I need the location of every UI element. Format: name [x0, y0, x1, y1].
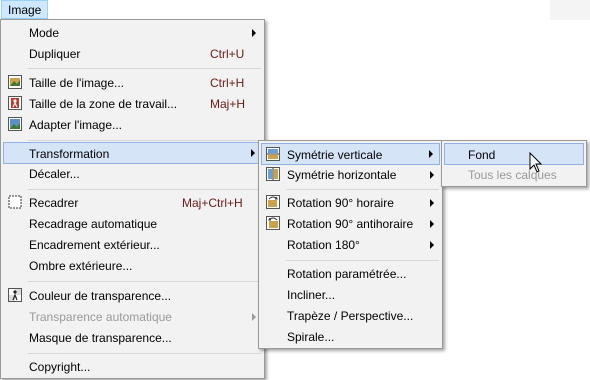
menu-item-label: Taille de la zone de travail... — [29, 97, 178, 111]
menu-separator — [286, 260, 439, 261]
menu-item-label: Recadrage automatique — [29, 217, 158, 231]
menu-item-label: Rotation 180° — [287, 238, 360, 252]
transformation-submenu: Symétrie verticale Symétrie horizontale … — [258, 140, 443, 349]
menu-item-rotation-parametree[interactable]: Rotation paramétrée... — [261, 263, 440, 285]
menu-item-incliner[interactable]: Incliner... — [261, 284, 440, 306]
menu-item-label: Recadrer — [29, 196, 79, 210]
menu-item-encadrement-exterieur[interactable]: Encadrement extérieur... — [3, 234, 262, 256]
menu-item-shortcut: Maj+Ctrl+H — [182, 196, 243, 210]
menu-item-label: Encadrement extérieur... — [29, 238, 160, 252]
submenu-arrow-icon — [430, 241, 434, 249]
menu-separator — [28, 281, 261, 282]
menu-item-spirale[interactable]: Spirale... — [261, 326, 440, 348]
menu-item-label: Couleur de transparence... — [29, 289, 172, 303]
submenu-arrow-icon — [430, 199, 434, 207]
menu-item-symetrie-verticale[interactable]: Symétrie verticale — [261, 143, 440, 165]
submenu-arrow-icon — [430, 171, 434, 179]
menu-item-label: Rotation 90° antihoraire — [287, 217, 414, 231]
menu-item-label: Symétrie verticale — [287, 148, 383, 162]
menu-separator — [28, 68, 261, 69]
menu-item-label: Copyright... — [29, 360, 91, 374]
menu-item-label: Symétrie horizontale — [287, 168, 397, 182]
crop-icon — [8, 195, 22, 209]
menu-item-transformation[interactable]: Transformation — [3, 142, 262, 164]
menu-item-recadrage-auto[interactable]: Recadrage automatique — [3, 213, 262, 235]
menu-item-shortcut: Ctrl+H — [210, 76, 245, 90]
menu-item-label: Fond — [468, 148, 496, 162]
menu-item-rotation-180[interactable]: Rotation 180° — [261, 234, 440, 256]
menu-item-label: Rotation 90° horaire — [287, 196, 394, 210]
menu-item-label: Spirale... — [287, 330, 335, 344]
menu-item-tous-les-calques[interactable]: Tous les calques — [444, 164, 584, 186]
menu-item-label: Mode — [29, 26, 60, 40]
menu-item-label: Ombre extérieure... — [29, 259, 133, 273]
menu-item-label: Taille de l'image... — [29, 76, 125, 90]
menu-item-decaler[interactable]: Décaler... — [3, 163, 262, 185]
rotate-counterclockwise-icon — [266, 216, 280, 230]
menu-item-copyright[interactable]: Copyright... — [3, 356, 262, 378]
menu-item-masque-transparence[interactable]: Masque de transparence... — [3, 327, 262, 349]
menu-item-couleur-transparence[interactable]: Couleur de transparence... — [3, 285, 262, 307]
menu-item-rotation-90-antihoraire[interactable]: Rotation 90° antihoraire — [261, 213, 440, 235]
fit-image-icon — [8, 117, 22, 131]
menu-item-rotation-90-horaire[interactable]: Rotation 90° horaire — [261, 192, 440, 214]
rotate-clockwise-icon — [266, 195, 280, 209]
menu-item-adapter-image[interactable]: Adapter l'image... — [3, 114, 262, 136]
menu-item-label: Décaler... — [29, 167, 80, 181]
menu-item-label: Adapter l'image... — [29, 118, 123, 132]
submenu-arrow-icon — [252, 313, 256, 321]
menu-item-label: Dupliquer — [29, 47, 81, 61]
menu-separator — [286, 189, 439, 190]
flip-horizontal-icon — [266, 167, 280, 181]
menu-separator — [28, 140, 261, 141]
transparency-color-icon — [8, 288, 22, 302]
menu-item-mode[interactable]: Mode — [3, 22, 262, 44]
menu-item-fond[interactable]: Fond — [444, 143, 584, 165]
menu-separator — [28, 189, 261, 190]
menu-item-label: Transparence automatique — [29, 310, 172, 324]
flip-vertical-icon — [266, 147, 280, 161]
menu-item-transparence-auto[interactable]: Transparence automatique — [3, 306, 262, 328]
flip-target-submenu: Fond Tous les calques — [441, 140, 587, 187]
menu-item-label: Masque de transparence... — [29, 331, 172, 345]
menu-item-shortcut: Maj+H — [210, 97, 246, 111]
menu-item-dupliquer[interactable]: Dupliquer Ctrl+U — [3, 43, 262, 65]
submenu-arrow-icon — [429, 150, 433, 158]
menu-item-label: Trapèze / Perspective... — [287, 309, 414, 323]
image-menu: Mode Dupliquer Ctrl+U Taille de l'image.… — [0, 19, 265, 379]
menu-separator — [28, 353, 261, 354]
menu-item-label: Rotation paramétrée... — [287, 267, 407, 281]
resize-image-icon — [8, 75, 22, 89]
menu-image[interactable]: Image — [1, 0, 49, 19]
menu-item-label: Transformation — [29, 147, 110, 161]
menu-item-recadrer[interactable]: Recadrer Maj+Ctrl+H — [3, 192, 262, 214]
submenu-arrow-icon — [251, 149, 255, 157]
menu-item-label: Tous les calques — [468, 168, 557, 182]
mouse-pointer-icon — [529, 152, 543, 173]
menu-bar-right-area — [550, 0, 590, 20]
submenu-arrow-icon — [430, 220, 434, 228]
menu-item-taille-zone-travail[interactable]: Taille de la zone de travail... Maj+H — [3, 93, 262, 115]
menu-item-ombre-exterieure[interactable]: Ombre extérieure... — [3, 255, 262, 277]
menu-item-trapeze-perspective[interactable]: Trapèze / Perspective... — [261, 305, 440, 327]
menu-item-symetrie-horizontale[interactable]: Symétrie horizontale — [261, 164, 440, 186]
menu-item-label: Incliner... — [287, 288, 336, 302]
canvas-size-icon — [8, 96, 22, 110]
submenu-arrow-icon — [252, 29, 256, 37]
menu-item-taille-image[interactable]: Taille de l'image... Ctrl+H — [3, 72, 262, 94]
menu-bar — [0, 0, 590, 20]
menu-item-shortcut: Ctrl+U — [210, 47, 245, 61]
